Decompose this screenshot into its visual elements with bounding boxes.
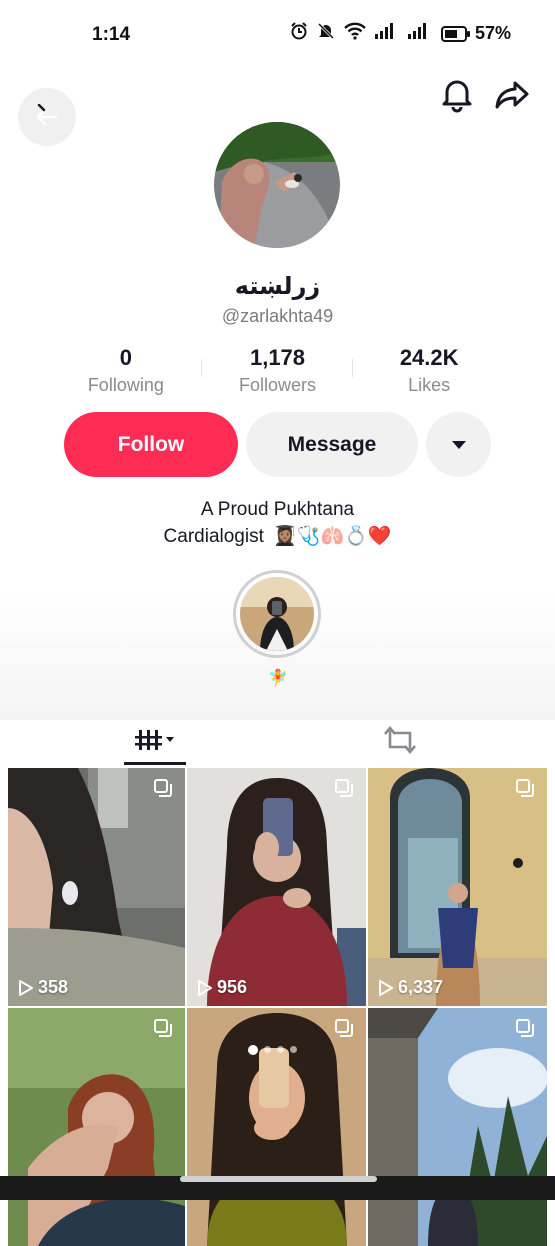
share-icon (495, 81, 529, 109)
bio: A Proud Pukhtana Cardialogist 👩🏽‍🎓🩺🫁💍❤️ (0, 496, 555, 550)
highlight-label: 🧚 (268, 670, 288, 687)
pager-dot (290, 1046, 297, 1053)
multi-photo-icon (335, 779, 353, 797)
top-nav (0, 70, 555, 146)
follow-button[interactable]: Follow (64, 412, 238, 477)
status-time: 1:14 (92, 24, 131, 45)
status-icons: 57% (290, 22, 511, 45)
wifi-icon (344, 22, 366, 45)
view-count: 6,337 (378, 977, 443, 998)
notifications-button[interactable] (437, 74, 477, 114)
highlight-thumbnail (240, 577, 314, 651)
view-count-text: 956 (217, 977, 248, 997)
video-thumbnail[interactable]: 6,337 (368, 768, 547, 1006)
profile-stats: 0 Following 1,178 Followers 24.2K Likes (50, 345, 505, 397)
username: @zarlakhta49 (221, 306, 334, 326)
video-thumbnail[interactable] (187, 1008, 366, 1246)
view-count-text: 6,337 (398, 977, 444, 997)
multi-photo-icon (154, 779, 172, 797)
bell-icon (442, 80, 472, 113)
back-button[interactable] (18, 88, 76, 146)
alarm-icon (290, 22, 308, 45)
bio-text: Cardialogist (163, 526, 264, 547)
caret-down-icon (451, 440, 466, 449)
mute-icon (317, 22, 335, 45)
pager-dot (248, 1045, 258, 1055)
stat-followers[interactable]: 1,178 Followers (202, 345, 354, 397)
bio-line-2: Cardialogist 👩🏽‍🎓🩺🫁💍❤️ (0, 523, 555, 550)
view-count: 358 (18, 977, 68, 998)
video-grid: 358 956 6,337 (8, 768, 547, 1246)
tab-reposts[interactable] (372, 712, 428, 768)
profile-actions: Follow Message (64, 412, 491, 477)
stat-likes[interactable]: 24.2K Likes (353, 345, 505, 397)
stat-value: 0 (119, 345, 132, 370)
view-count: 956 (197, 977, 247, 998)
status-bar: 1:14 57% (0, 0, 555, 70)
multi-photo-icon (516, 779, 534, 797)
content-tabs (0, 712, 555, 768)
video-thumbnail[interactable] (8, 1008, 185, 1246)
active-tab-indicator (124, 762, 186, 765)
stat-label: Followers (238, 375, 317, 395)
display-name: زرلښته (234, 272, 321, 300)
multi-photo-icon (154, 1019, 172, 1037)
view-count-text: 358 (38, 977, 69, 997)
back-arrow-icon (36, 104, 58, 126)
home-indicator[interactable] (180, 1176, 377, 1182)
stat-value: 1,178 (249, 345, 306, 370)
battery-indicator: 57% (440, 23, 511, 44)
battery-text: 57% (474, 23, 511, 43)
bio-emojis: 👩🏽‍🎓🩺🫁💍❤️ (273, 526, 392, 548)
bio-line-1: A Proud Pukhtana (200, 499, 355, 520)
pager-dot (277, 1046, 284, 1053)
play-icon (379, 979, 393, 996)
pager-dots (248, 1045, 297, 1055)
story-highlight[interactable] (233, 570, 321, 658)
share-button[interactable] (493, 74, 533, 114)
multi-photo-icon (335, 1019, 353, 1037)
stat-following[interactable]: 0 Following (50, 345, 202, 397)
tab-videos[interactable] (123, 712, 185, 768)
signal-icon (374, 22, 399, 45)
video-thumbnail[interactable]: 956 (187, 768, 366, 1006)
play-icon (19, 979, 33, 996)
suggested-accounts-button[interactable] (426, 412, 491, 477)
battery-icon (440, 25, 470, 42)
video-thumbnail[interactable]: 358 (8, 768, 185, 1006)
video-thumbnail[interactable] (368, 1008, 547, 1246)
multi-photo-icon (516, 1019, 534, 1037)
message-button[interactable]: Message (246, 412, 418, 477)
stat-label: Following (87, 375, 164, 395)
signal-icon-2 (407, 22, 432, 45)
grid-icon (135, 730, 174, 750)
pager-dot (264, 1046, 271, 1053)
stat-label: Likes (408, 375, 451, 395)
play-icon (198, 979, 212, 996)
stat-value: 24.2K (399, 345, 459, 370)
avatar[interactable] (214, 122, 340, 248)
repost-icon (384, 725, 416, 755)
